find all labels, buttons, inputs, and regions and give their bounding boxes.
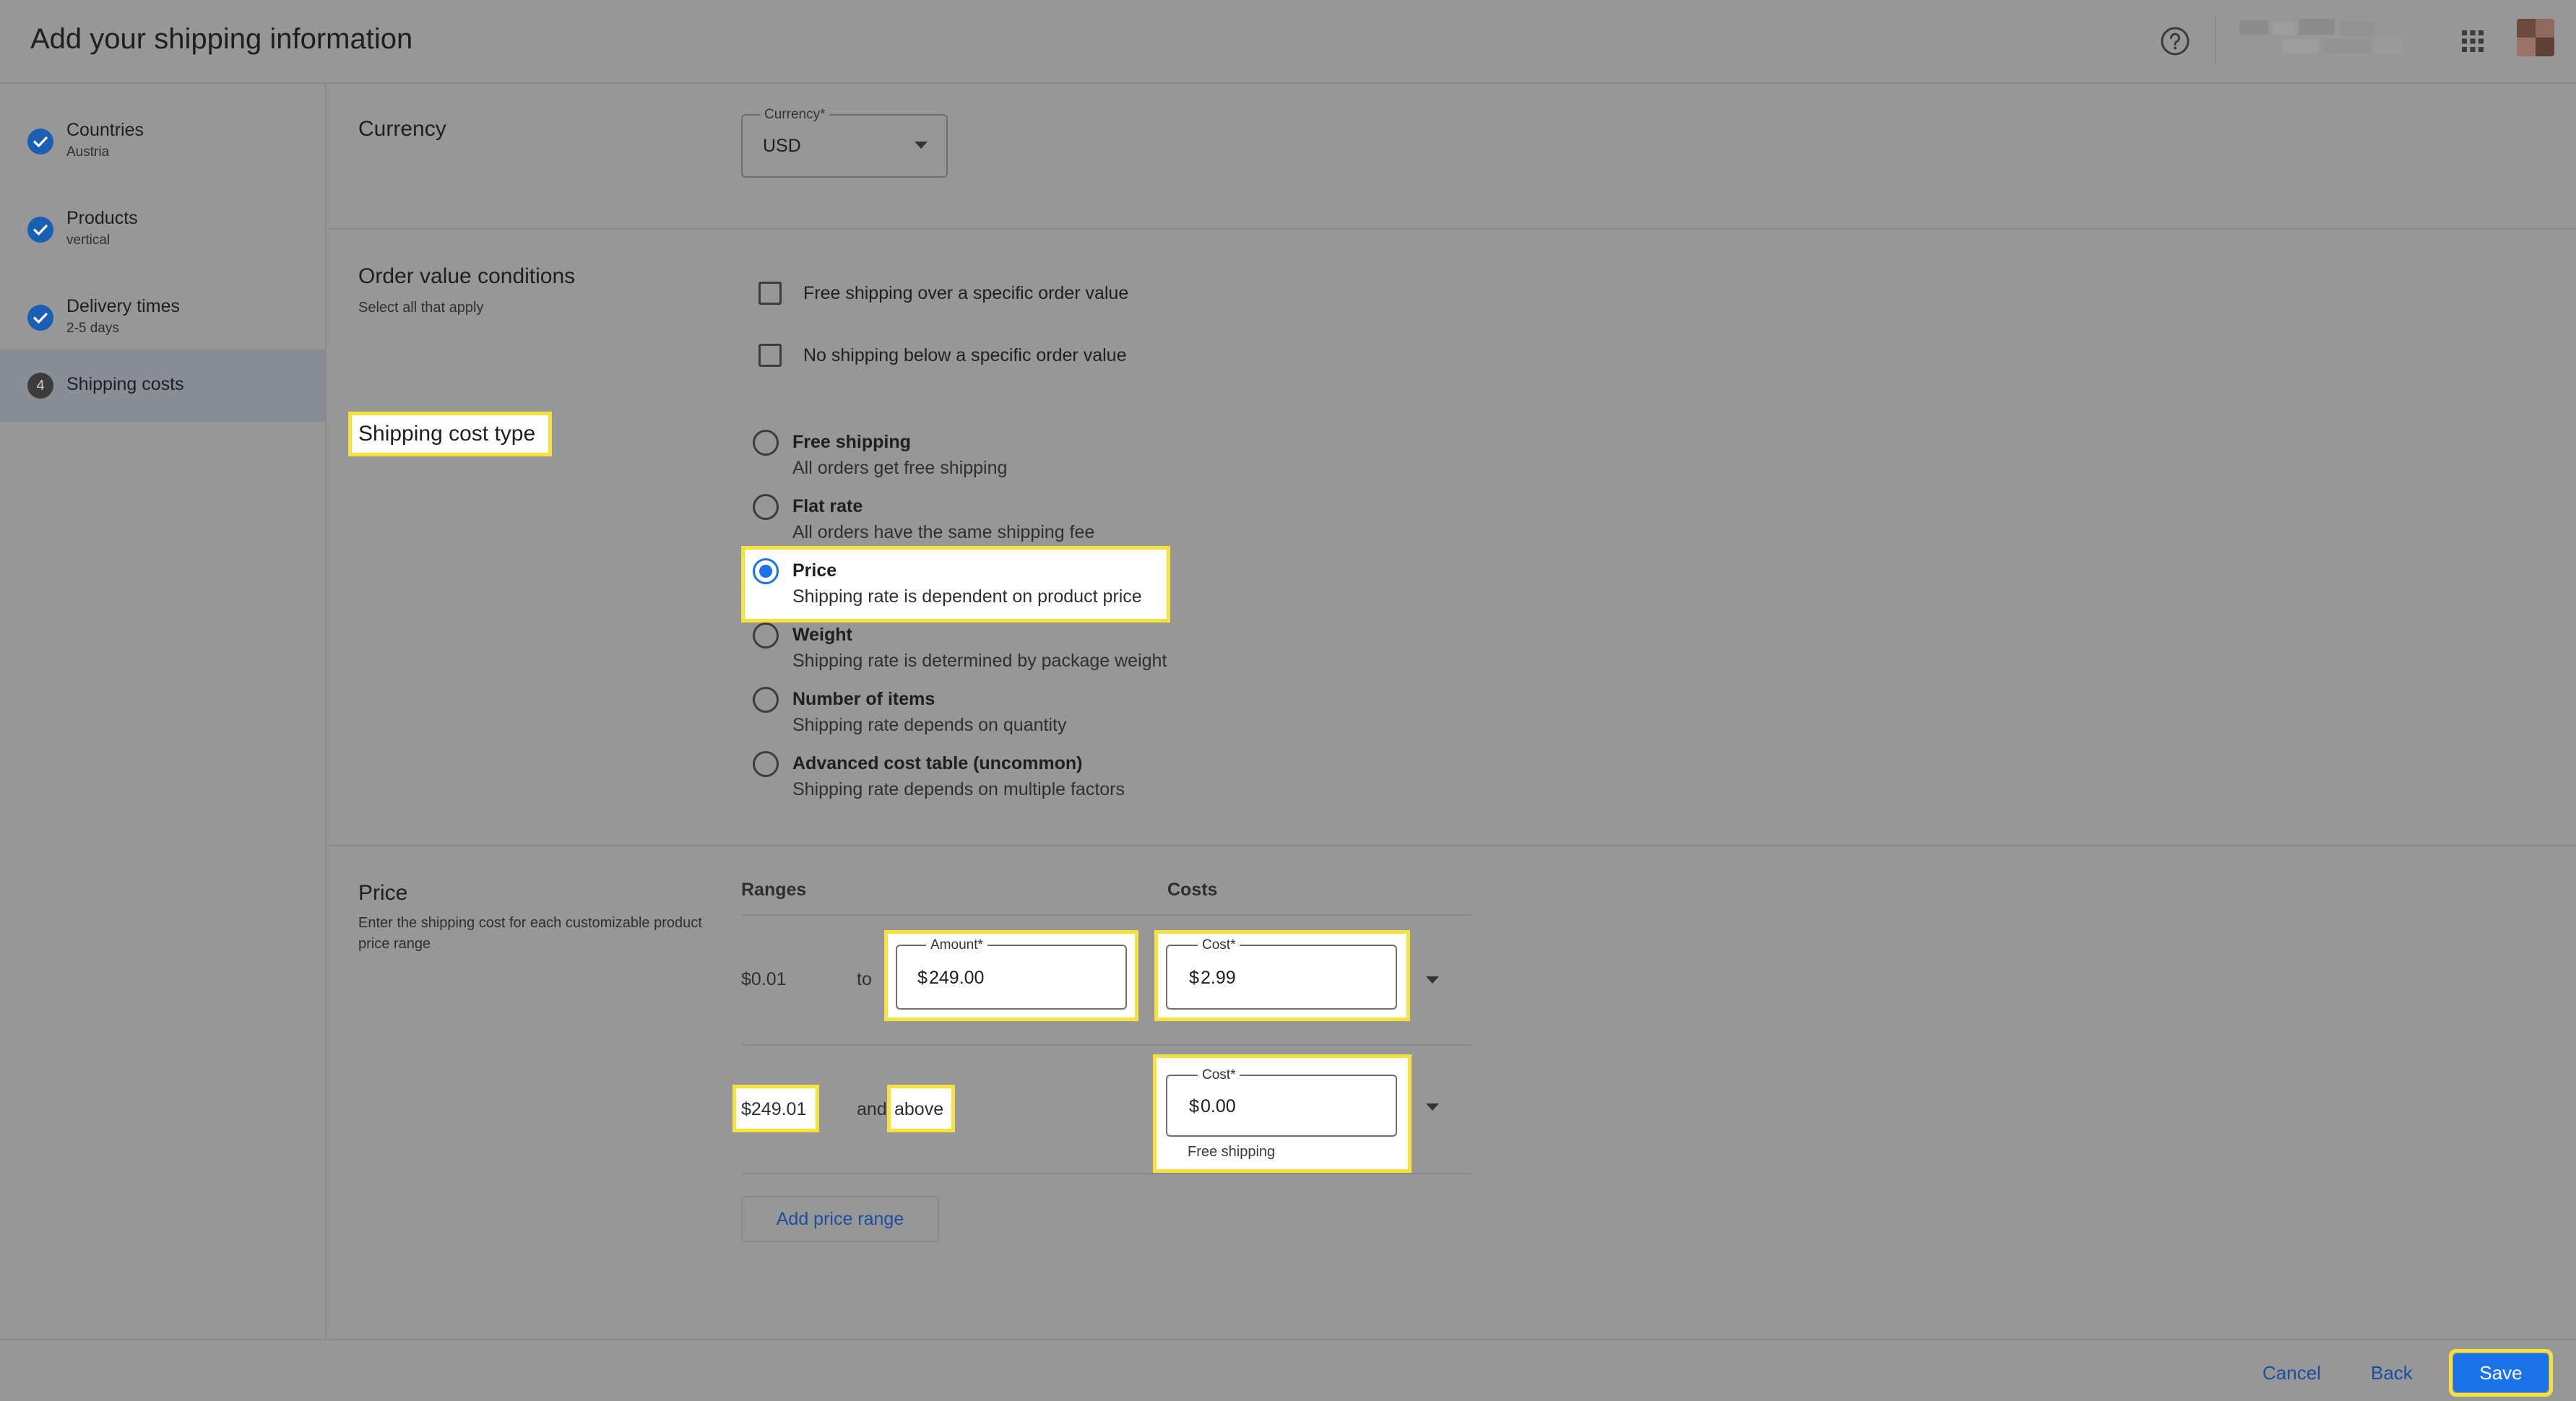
- radio-title: Number of items: [792, 689, 935, 709]
- table-row-divider: [741, 914, 1472, 916]
- stepper-sidebar: Countries Austria Products vertical Deli…: [0, 84, 327, 1339]
- step-delivery-times[interactable]: Delivery times 2-5 days: [0, 274, 327, 347]
- radio-subtitle: Shipping rate depends on multiple factor…: [792, 779, 1125, 799]
- page-title: Add your shipping information: [30, 23, 413, 55]
- radio-title: Weight: [792, 625, 852, 645]
- ranges-column-header: Ranges: [741, 880, 807, 900]
- cost-input-label: Cost*: [1198, 937, 1240, 953]
- amount-input-label: Amount*: [926, 937, 987, 953]
- costs-column-header: Costs: [1167, 880, 1218, 900]
- dropdown-caret-icon[interactable]: [1426, 1103, 1439, 1111]
- range-from-value: $0.01: [741, 969, 787, 989]
- radio-subtitle: Shipping rate is dependent on product pr…: [792, 586, 1142, 607]
- radio-subtitle: All orders get free shipping: [792, 458, 1008, 478]
- range-to-text: above: [894, 1099, 944, 1119]
- table-row-divider: [741, 1173, 1472, 1174]
- radio-title: Flat rate: [792, 496, 863, 516]
- back-button[interactable]: Back: [2371, 1362, 2413, 1384]
- header-divider: [2215, 17, 2216, 65]
- currency-section-title: Currency: [358, 117, 446, 141]
- amount-prefix: $: [917, 968, 928, 988]
- currency-select-label: Currency*: [760, 107, 830, 123]
- step-subtitle: Austria: [66, 144, 110, 160]
- footer-bar: Cancel Back Save: [0, 1339, 2576, 1401]
- section-divider: [328, 228, 2576, 230]
- checkbox-label: Free shipping over a specific order valu…: [803, 283, 1129, 303]
- step-shipping-costs[interactable]: 4 Shipping costs: [0, 350, 327, 422]
- radio-weight[interactable]: [753, 623, 779, 649]
- range-connector: to: [857, 969, 872, 989]
- radio-free-shipping[interactable]: [753, 430, 779, 456]
- price-option-highlight: [741, 546, 1170, 623]
- cost-value: 0.00: [1201, 1096, 1236, 1116]
- account-info-redacted[interactable]: [2239, 19, 2406, 55]
- radio-flat-rate[interactable]: [753, 494, 779, 520]
- radio-title: Price: [792, 560, 837, 581]
- cancel-button[interactable]: Cancel: [2262, 1362, 2321, 1384]
- step-subtitle: vertical: [66, 233, 111, 248]
- radio-subtitle: Shipping rate depends on quantity: [792, 715, 1067, 735]
- radio-subtitle: All orders have the same shipping fee: [792, 522, 1095, 542]
- step-title: Shipping costs: [66, 374, 184, 394]
- radio-price[interactable]: [753, 558, 779, 584]
- dropdown-caret-icon[interactable]: [1426, 976, 1439, 984]
- cost-hint: Free shipping: [1188, 1144, 1276, 1160]
- cost-value: 2.99: [1201, 968, 1236, 988]
- check-icon: [27, 305, 53, 331]
- radio-title: Free shipping: [792, 432, 911, 452]
- check-icon: [27, 129, 53, 155]
- section-divider: [328, 845, 2576, 846]
- step-number-badge: 4: [27, 373, 53, 399]
- step-title: Delivery times: [66, 296, 180, 316]
- save-button[interactable]: Save: [2453, 1353, 2549, 1392]
- shipping-cost-type-title: Shipping cost type: [358, 422, 536, 446]
- app-header: Add your shipping information: [0, 0, 2576, 84]
- help-icon[interactable]: [2160, 26, 2190, 56]
- currency-select-value: USD: [763, 136, 801, 156]
- radio-advanced-cost-table[interactable]: [753, 751, 779, 777]
- radio-number-of-items[interactable]: [753, 687, 779, 713]
- no-shipping-below-checkbox[interactable]: [758, 344, 782, 367]
- checkbox-label: No shipping below a specific order value: [803, 345, 1127, 365]
- free-shipping-over-checkbox[interactable]: [758, 282, 782, 305]
- price-section-subtitle: Enter the shipping cost for each customi…: [358, 915, 702, 952]
- step-countries[interactable]: Countries Austria: [0, 98, 327, 170]
- step-title: Countries: [66, 120, 144, 140]
- cost-input-label: Cost*: [1198, 1067, 1240, 1083]
- order-value-section-title: Order value conditions: [358, 264, 576, 288]
- radio-title: Advanced cost table (uncommon): [792, 753, 1083, 773]
- apps-icon[interactable]: [2460, 29, 2485, 53]
- cost-prefix: $: [1189, 1096, 1199, 1116]
- range-from-value: $249.01: [741, 1099, 807, 1119]
- step-title: Products: [66, 208, 138, 228]
- add-price-range-button[interactable]: Add price range: [741, 1196, 939, 1242]
- dropdown-caret-icon: [915, 142, 928, 149]
- step-products[interactable]: Products vertical: [0, 186, 327, 259]
- radio-subtitle: Shipping rate is determined by package w…: [792, 651, 1167, 671]
- cost-prefix: $: [1189, 968, 1199, 988]
- avatar[interactable]: [2517, 19, 2554, 56]
- amount-value: 249.00: [929, 968, 985, 988]
- table-row-divider: [741, 1044, 1472, 1046]
- price-section-title: Price: [358, 881, 408, 905]
- order-value-section-subtitle: Select all that apply: [358, 300, 484, 316]
- range-connector: and: [857, 1099, 887, 1119]
- check-icon: [27, 217, 53, 243]
- step-subtitle: 2-5 days: [66, 321, 119, 336]
